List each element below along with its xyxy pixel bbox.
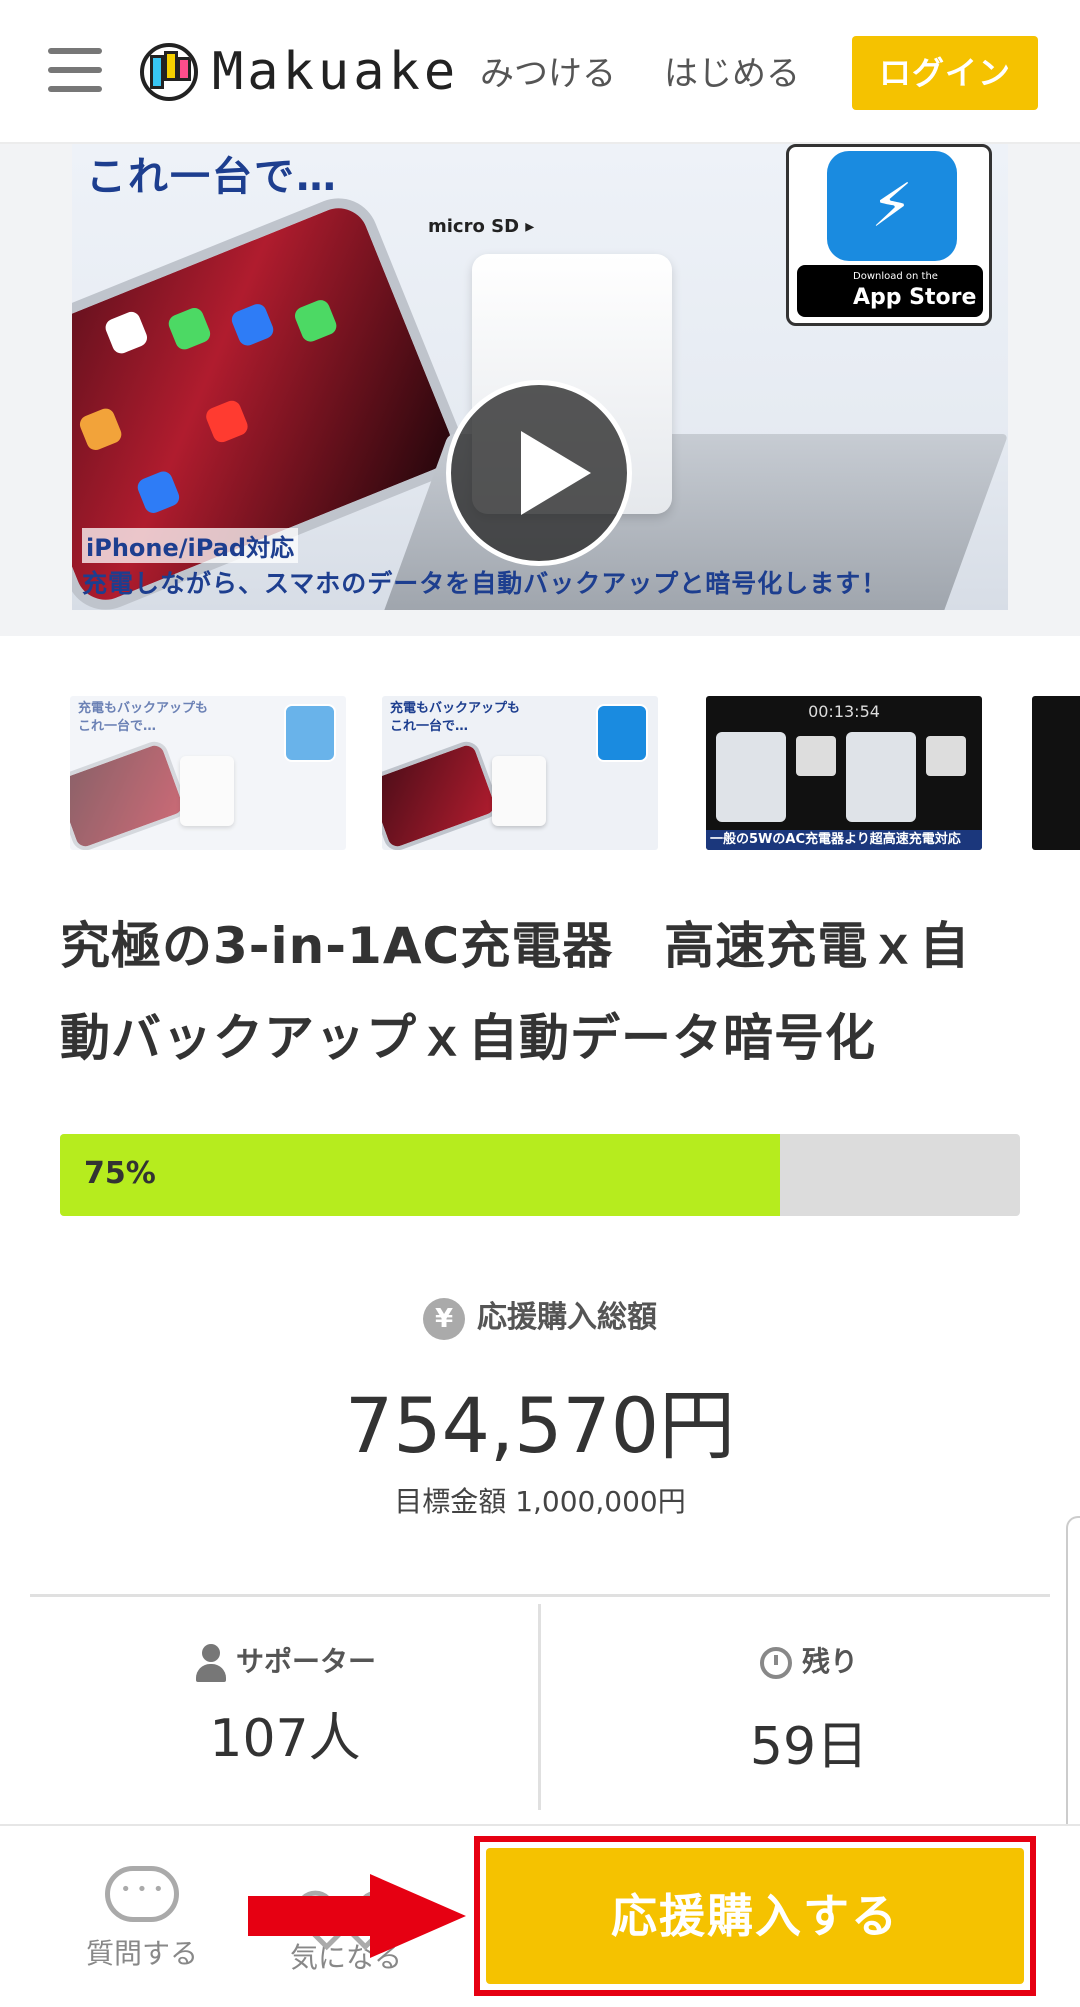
app-badge: ⚡ Download on the App Store [786, 144, 992, 326]
amount-label-row: ¥ 応援購入総額 [0, 1292, 1080, 1340]
question-label: 質問する [85, 1937, 198, 1970]
stats-divider [30, 1594, 1050, 1597]
thumbnail-3[interactable]: 00:13:54 一般の5WのAC充電器より超高速充電対応 [706, 696, 982, 850]
backup-app-icon: ⚡ [827, 151, 957, 261]
project-title: 究極の3-in-1AC充電器 高速充電ｘ自動バックアップｘ自動データ暗号化 [60, 917, 971, 1067]
progress-fill [60, 1134, 780, 1216]
micro-sd-label: micro SD ▸ [428, 216, 535, 237]
thumbnail-2[interactable]: 充電もバックアップも これ一台で… [382, 696, 658, 850]
yen-icon: ¥ [423, 1297, 465, 1340]
hero-video[interactable]: micro SD ▸ これ一台で… ⚡ Download on the App … [0, 144, 1080, 636]
thumbnail-strip: 充電もバックアップも これ一台で… 充電もバックアップも これ一台で… 00:1… [0, 690, 1080, 850]
supporters-count: 107人 [209, 1709, 361, 1769]
person-icon [194, 1644, 226, 1682]
question-button[interactable]: 質問する [52, 1866, 232, 1972]
total-amount: 754,570円 [344, 1381, 736, 1470]
logo-text: Makuake [212, 42, 460, 102]
progress-percent: 75% [84, 1156, 156, 1191]
supporters-label-row: サポーター [16, 1640, 554, 1682]
annotation-arrow-icon [248, 1874, 468, 1958]
chat-bubble-icon [105, 1866, 179, 1922]
goal-amount: 目標金額 1,000,000円 [394, 1485, 686, 1518]
nav-start-link[interactable]: はじめる [664, 46, 800, 95]
funding-progress-bar: 75% [60, 1134, 1020, 1216]
login-button[interactable]: ログイン [852, 36, 1038, 110]
app-store-badge: Download on the App Store [797, 265, 983, 317]
thumbnail-1[interactable]: 充電もバックアップも これ一台で… [70, 696, 346, 850]
nav-discover-link[interactable]: みつける [480, 46, 616, 95]
remaining-label-row: 残り [540, 1640, 1078, 1680]
hero-caption-desc: 充電しながら、スマホのデータを自動バックアップと暗号化します！ [82, 569, 888, 598]
remaining-label: 残り [801, 1645, 858, 1678]
supporters-label: サポーター [235, 1645, 376, 1678]
hero-caption-compat: iPhone/iPad対応 [82, 528, 299, 563]
amount-label: 応援購入総額 [477, 1300, 657, 1335]
logo-mark-icon [140, 43, 198, 101]
support-purchase-button[interactable]: 応援購入する [486, 1848, 1024, 1984]
remaining-days: 59日 [749, 1717, 869, 1777]
hamburger-menu-icon[interactable] [48, 48, 102, 92]
thumbnail-4[interactable] [1032, 696, 1080, 850]
hero-headline: これ一台で… [86, 154, 338, 200]
play-icon[interactable] [446, 380, 632, 566]
clock-icon [759, 1647, 792, 1679]
site-header: Makuake みつける はじめる ログイン [0, 0, 1080, 144]
makuake-logo[interactable]: Makuake [140, 42, 459, 102]
